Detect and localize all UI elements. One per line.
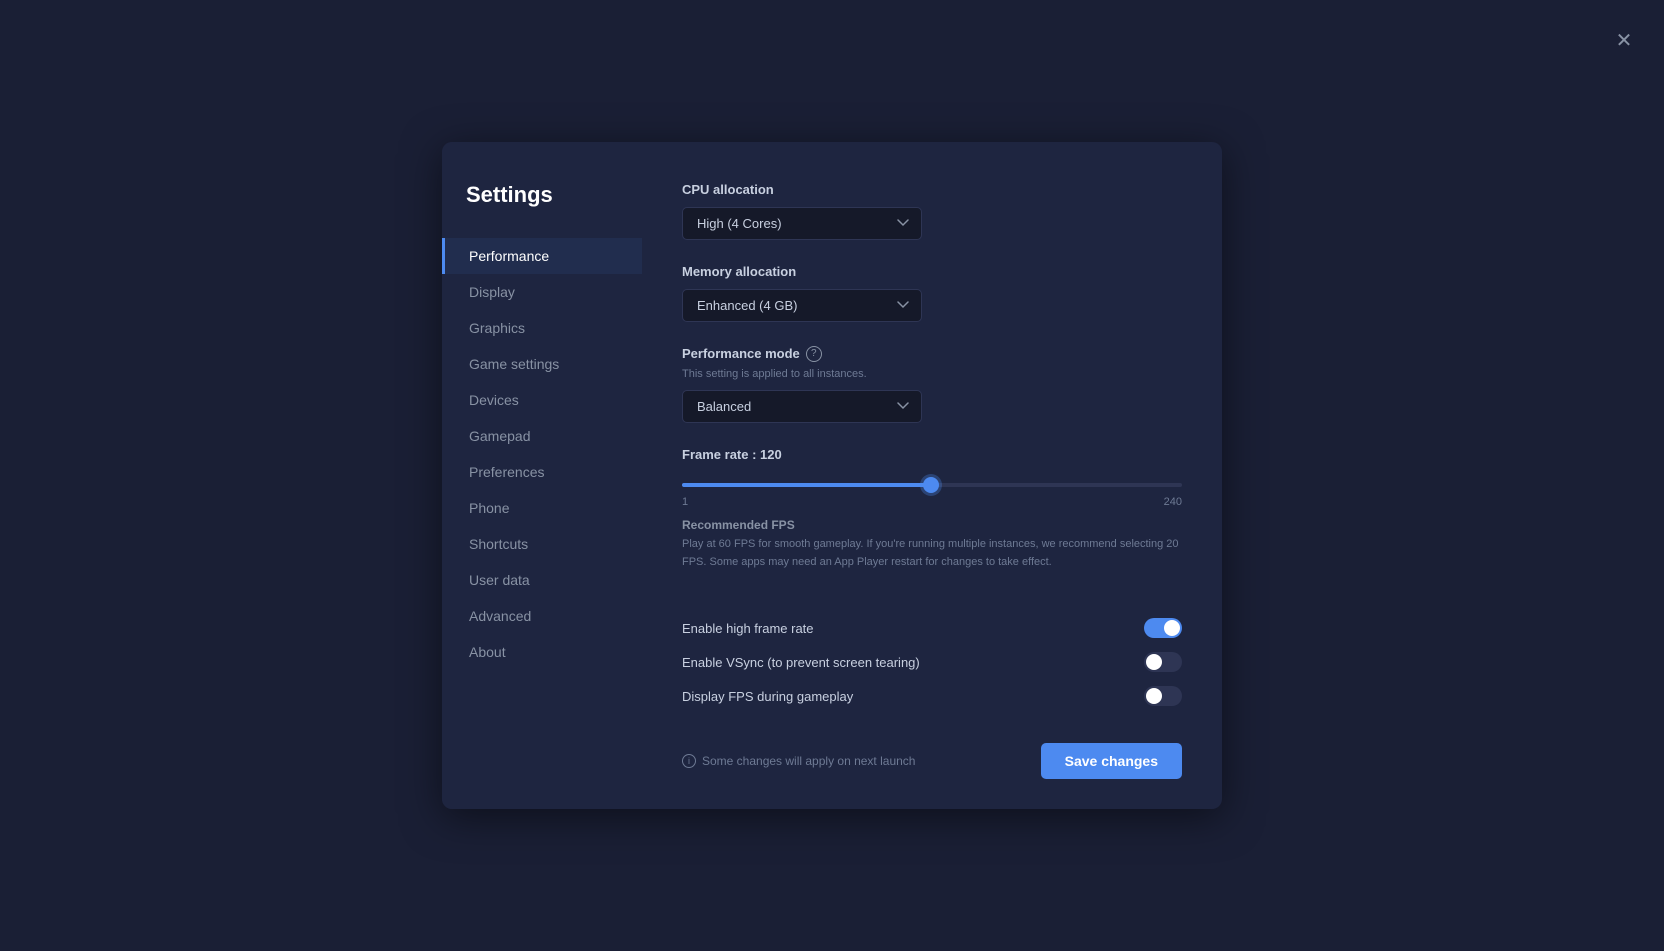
sidebar-item-gamepad[interactable]: Gamepad: [442, 418, 642, 454]
performance-mode-description: This setting is applied to all instances…: [682, 368, 1182, 380]
toggle-label-high-frame-rate: Enable high frame rate: [682, 621, 814, 636]
frame-rate-section: Frame rate : 120 1 240 Recommended FPS P…: [682, 447, 1182, 587]
sidebar-item-user-data[interactable]: User data: [442, 562, 642, 598]
sidebar-item-phone[interactable]: Phone: [442, 490, 642, 526]
sidebar-nav: PerformanceDisplayGraphicsGame settingsD…: [442, 238, 642, 670]
frame-rate-label: Frame rate : 120: [682, 447, 1182, 462]
toggles-section: Enable high frame rate Enable VSync (to p…: [682, 611, 1182, 713]
sidebar: Settings PerformanceDisplayGraphicsGame …: [442, 142, 642, 809]
close-button[interactable]: ✕: [1608, 24, 1640, 56]
memory-allocation-section: Memory allocation Enhanced (4 GB) Standa…: [682, 264, 1182, 322]
sidebar-item-display[interactable]: Display: [442, 274, 642, 310]
slider-min-label: 1: [682, 496, 688, 508]
footer-note: i Some changes will apply on next launch: [682, 754, 915, 768]
settings-dialog: Settings PerformanceDisplayGraphicsGame …: [442, 142, 1222, 809]
slider-max-label: 240: [1164, 496, 1182, 508]
settings-title: Settings: [442, 182, 642, 238]
recommended-fps-desc: Play at 60 FPS for smooth gameplay. If y…: [682, 536, 1182, 571]
toggle-row-vsync: Enable VSync (to prevent screen tearing): [682, 645, 1182, 679]
recommended-fps-title: Recommended FPS: [682, 518, 1182, 532]
sidebar-item-devices[interactable]: Devices: [442, 382, 642, 418]
toggle-high-frame-rate[interactable]: [1144, 618, 1182, 638]
save-changes-button[interactable]: Save changes: [1041, 743, 1182, 779]
toggle-display-fps[interactable]: [1144, 686, 1182, 706]
frame-rate-slider[interactable]: [682, 483, 1182, 487]
main-content: CPU allocation High (4 Cores) Low (1 Cor…: [642, 142, 1222, 809]
sidebar-item-advanced[interactable]: Advanced: [442, 598, 642, 634]
toggle-knob-vsync: [1146, 654, 1162, 670]
toggle-knob-high-frame-rate: [1164, 620, 1180, 636]
sidebar-item-graphics[interactable]: Graphics: [442, 310, 642, 346]
toggle-vsync[interactable]: [1144, 652, 1182, 672]
performance-mode-section: Performance mode ? This setting is appli…: [682, 346, 1182, 423]
memory-allocation-select[interactable]: Enhanced (4 GB) Standard (2 GB) High (6 …: [682, 289, 922, 322]
toggle-label-vsync: Enable VSync (to prevent screen tearing): [682, 655, 920, 670]
memory-allocation-label: Memory allocation: [682, 264, 1182, 279]
sidebar-item-about[interactable]: About: [442, 634, 642, 670]
performance-mode-help-icon[interactable]: ?: [806, 346, 822, 362]
footer: i Some changes will apply on next launch…: [682, 713, 1182, 779]
cpu-allocation-select[interactable]: High (4 Cores) Low (1 Core) Medium (2 Co…: [682, 207, 922, 240]
cpu-allocation-label: CPU allocation: [682, 182, 1182, 197]
toggle-row-high-frame-rate: Enable high frame rate: [682, 611, 1182, 645]
footer-note-text: Some changes will apply on next launch: [702, 754, 915, 768]
performance-mode-label: Performance mode: [682, 346, 800, 361]
toggle-knob-display-fps: [1146, 688, 1162, 704]
performance-mode-select[interactable]: Balanced Power Saver High Performance: [682, 390, 922, 423]
sidebar-item-preferences[interactable]: Preferences: [442, 454, 642, 490]
sidebar-item-game-settings[interactable]: Game settings: [442, 346, 642, 382]
sidebar-item-shortcuts[interactable]: Shortcuts: [442, 526, 642, 562]
sidebar-item-performance[interactable]: Performance: [442, 238, 642, 274]
cpu-allocation-section: CPU allocation High (4 Cores) Low (1 Cor…: [682, 182, 1182, 240]
toggle-label-display-fps: Display FPS during gameplay: [682, 689, 853, 704]
footer-info-icon: i: [682, 754, 696, 768]
toggle-row-display-fps: Display FPS during gameplay: [682, 679, 1182, 713]
